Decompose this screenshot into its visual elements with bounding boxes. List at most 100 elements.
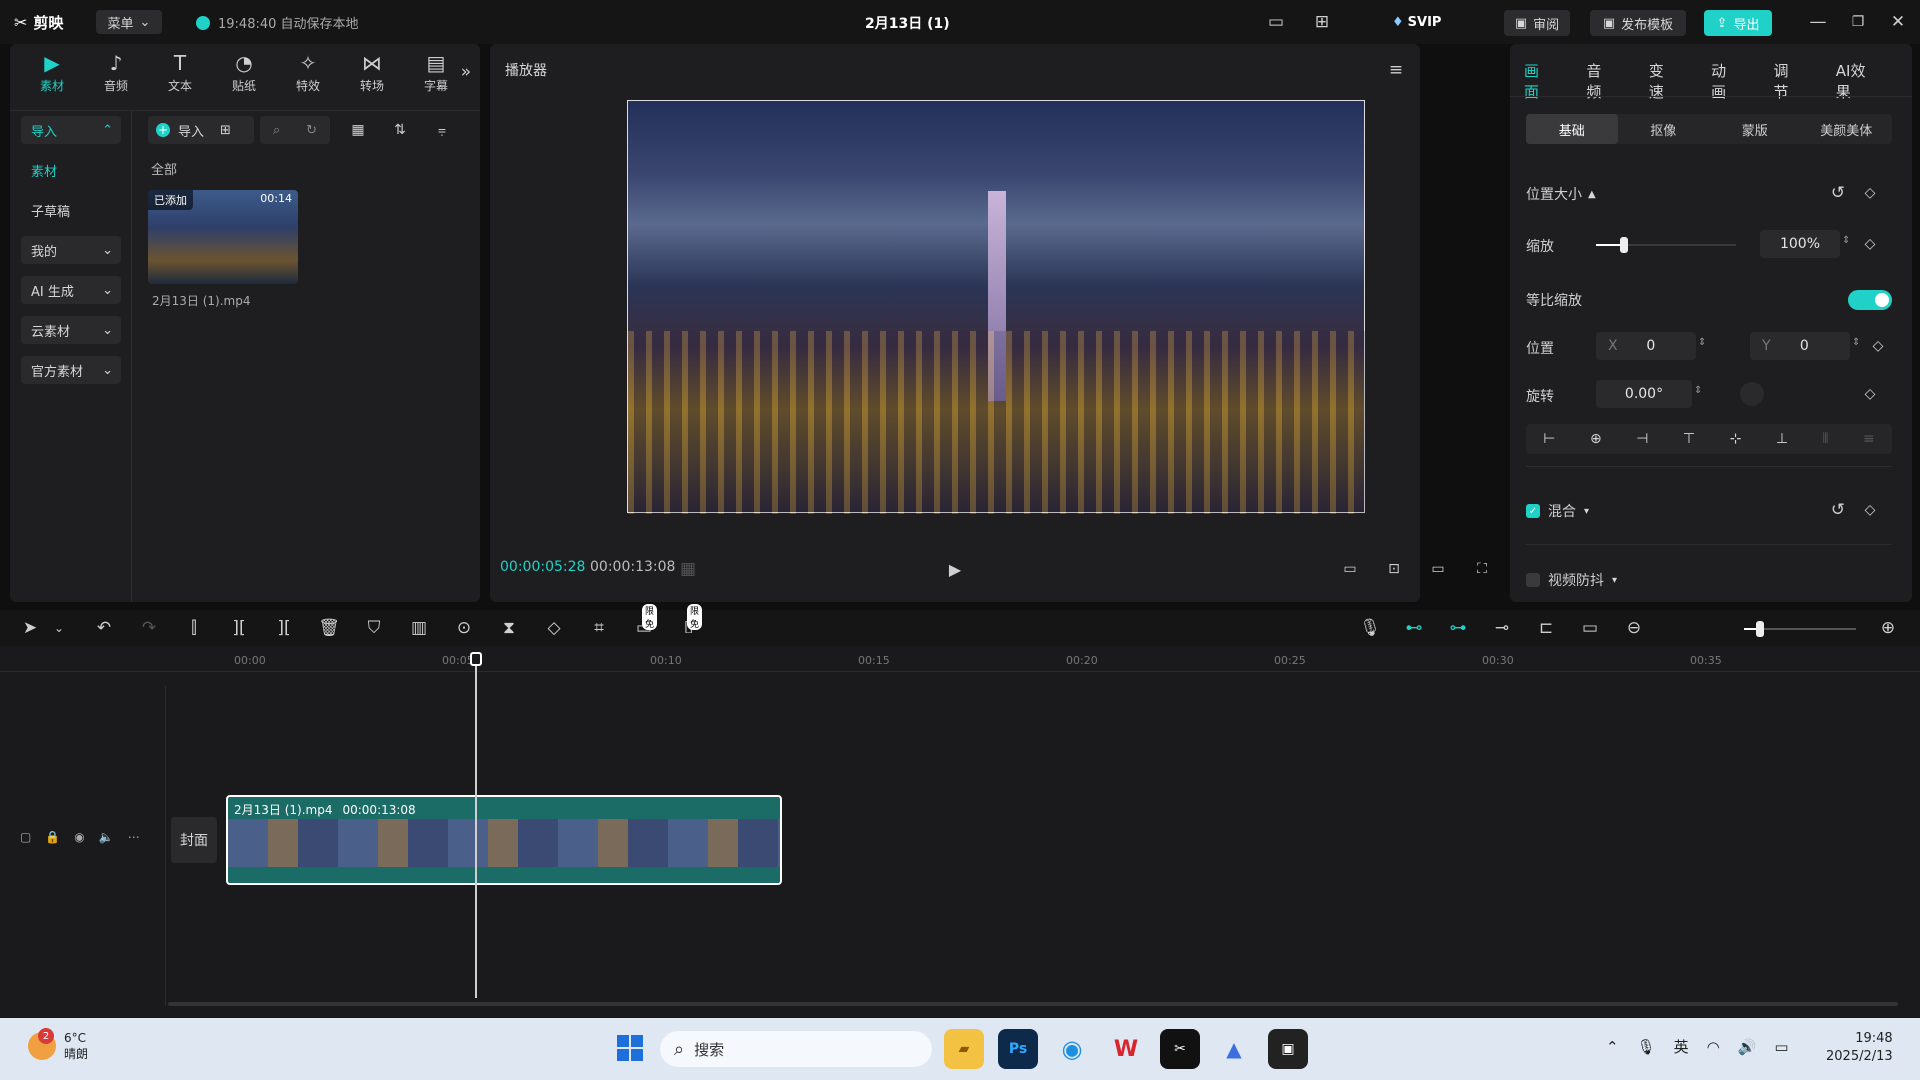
wifi-icon[interactable]: ◠ — [1707, 1038, 1720, 1056]
align-left-icon[interactable]: ⊢ — [1543, 431, 1555, 447]
eye-icon[interactable]: ◉ — [74, 830, 84, 844]
align-top-icon[interactable]: ⊤ — [1683, 431, 1695, 447]
review-button[interactable]: ▣ 审阅 — [1504, 10, 1570, 36]
stepper-icon[interactable]: ⇕ — [1698, 337, 1706, 348]
subtab-beauty[interactable]: 美颜美体 — [1801, 114, 1893, 144]
tab-effects[interactable]: ✧ 特效 — [278, 52, 338, 94]
subtab-basic[interactable]: 基础 — [1526, 114, 1618, 144]
svip-badge[interactable]: ♦ SVIP — [1392, 10, 1441, 34]
freeze-icon[interactable]: ▥ — [407, 616, 431, 640]
x-field[interactable]: X0 — [1596, 332, 1696, 360]
close-icon[interactable]: ✕ — [1886, 10, 1910, 34]
taskbar-search[interactable]: ⌕ 搜索 — [660, 1031, 932, 1067]
cover-button[interactable]: 封面 — [171, 817, 217, 863]
playhead-handle[interactable] — [470, 652, 482, 666]
video-clip[interactable]: 2月13日 (1).mp4 00:00:13:08 — [226, 795, 782, 885]
timeline-scrollbar[interactable] — [168, 1002, 1898, 1006]
window-layout-icon[interactable]: ⊞ — [1310, 10, 1334, 34]
tab-transition[interactable]: ⋈ 转场 — [342, 52, 402, 94]
zoom-out-icon[interactable]: ⊖ — [1622, 616, 1646, 640]
view-toggle-icon[interactable]: ▦ — [346, 118, 370, 142]
app-triangle-icon[interactable]: ▲ — [1214, 1029, 1254, 1069]
delete-icon[interactable]: 🗑 — [317, 616, 341, 640]
split-icon[interactable]: ⫿ — [182, 616, 206, 640]
tab-sticker[interactable]: ◔ 贴纸 — [214, 52, 274, 94]
zoom-slider[interactable] — [1744, 621, 1856, 637]
marker-icon[interactable]: ⛉ — [362, 616, 386, 640]
y-field[interactable]: Y0 — [1750, 332, 1850, 360]
export-button[interactable]: ⇪ 导出 — [1704, 10, 1772, 36]
subtab-cutout[interactable]: 抠像 — [1618, 114, 1710, 144]
keyframe-icon[interactable]: ◇ — [1858, 382, 1882, 406]
photoshop-icon[interactable]: Ps — [998, 1029, 1038, 1069]
publish-template-button[interactable]: ▣ 发布模板 — [1590, 10, 1686, 36]
smart-crop-icon[interactable]: ⌷ 限免 — [677, 604, 703, 640]
menu-button[interactable]: 菜单 ⌄ — [96, 10, 162, 34]
sidebar-item-cloud[interactable]: 云素材 ⌄ — [21, 316, 121, 344]
tray-expand-icon[interactable]: ⌃ — [1606, 1038, 1619, 1056]
fit-icon[interactable]: ▭ — [1578, 616, 1602, 640]
checkbox-unchecked-icon[interactable] — [1526, 573, 1540, 587]
quality-icon[interactable]: ▭ — [1338, 557, 1362, 581]
tab-media[interactable]: ▶ 素材 — [22, 52, 82, 94]
layout-icon[interactable]: ▭ — [1264, 10, 1288, 34]
fullscreen-icon[interactable]: ⛶ — [1470, 557, 1494, 581]
clock[interactable]: 19:48 2025/2/13 — [1826, 1030, 1893, 1066]
more-tabs-icon[interactable]: » — [454, 60, 478, 84]
sidebar-item-subdraft[interactable]: 子草稿 — [21, 196, 121, 224]
lock-icon[interactable]: 🔒 — [45, 830, 60, 844]
frames-icon[interactable]: ▦ — [676, 557, 700, 581]
subtab-mask[interactable]: 蒙版 — [1709, 114, 1801, 144]
volume-icon[interactable]: 🔊 — [1738, 1038, 1757, 1056]
scale-slider-thumb[interactable] — [1620, 237, 1628, 253]
align-hcenter-icon[interactable]: ⊕ — [1590, 431, 1602, 447]
filter-icon[interactable]: ⩦ — [430, 118, 454, 142]
edge-icon[interactable]: ◉ — [1052, 1029, 1092, 1069]
wps-icon[interactable]: W — [1106, 1029, 1146, 1069]
rotate-dial[interactable] — [1740, 382, 1764, 406]
weather-widget[interactable]: 2 6°C 晴朗 — [28, 1028, 88, 1062]
undo-icon[interactable]: ↶ — [92, 616, 116, 640]
zoom-in-icon[interactable]: ⊕ — [1876, 616, 1900, 640]
redo-icon[interactable]: ↷ — [137, 616, 161, 640]
trim-left-icon[interactable]: ][ — [227, 616, 251, 640]
scale-slider[interactable] — [1596, 237, 1736, 253]
position-size-header[interactable]: 位置大小 ▲ — [1526, 184, 1596, 204]
import-button[interactable]: + 导入 ⊞ — [148, 116, 254, 144]
distribute-h-icon[interactable]: ⫴ — [1823, 431, 1829, 447]
keyframe-icon[interactable]: ◇ — [1866, 334, 1890, 358]
rotate-icon[interactable]: ◇ — [542, 616, 566, 640]
chevron-down-icon[interactable]: ⌄ — [47, 616, 71, 640]
checkbox-checked-icon[interactable]: ✓ — [1526, 504, 1540, 518]
select-cursor-icon[interactable]: ➤ — [18, 616, 42, 640]
sidebar-item-import[interactable]: 导入 ⌃ — [21, 116, 121, 144]
stepper-icon[interactable]: ⇕ — [1842, 235, 1850, 246]
reset-icon[interactable]: ↺ — [1826, 498, 1850, 522]
magnet-icon[interactable]: ⊷ — [1402, 616, 1426, 640]
maximize-icon[interactable]: ❐ — [1846, 10, 1870, 34]
stabilize-header[interactable]: 视频防抖 ▾ — [1526, 570, 1617, 590]
microphone-icon[interactable]: 🎙 — [1358, 616, 1382, 640]
align-right-icon[interactable]: ⊣ — [1636, 431, 1648, 447]
microphone-icon[interactable]: 🎙 — [1637, 1038, 1656, 1056]
align-vcenter-icon[interactable]: ⊹ — [1730, 431, 1742, 447]
scale-field[interactable]: 100% — [1760, 230, 1840, 258]
stepper-icon[interactable]: ⇕ — [1852, 337, 1860, 348]
media-clip-thumbnail[interactable]: 已添加 00:14 — [148, 190, 298, 284]
playhead[interactable] — [470, 652, 482, 998]
start-button[interactable] — [612, 1030, 648, 1066]
distribute-v-icon[interactable]: ≡ — [1863, 431, 1875, 447]
tab-audio[interactable]: ♪ 音频 — [86, 52, 146, 94]
tab-text[interactable]: T 文本 — [150, 52, 210, 94]
speaker-icon[interactable]: 🔈 — [99, 830, 114, 844]
sort-icon[interactable]: ⇅ — [388, 118, 412, 142]
ratio-icon[interactable]: ▭ — [1426, 557, 1450, 581]
video-preview[interactable] — [627, 100, 1366, 514]
ime-indicator[interactable]: 英 — [1674, 1036, 1689, 1057]
mirror-icon[interactable]: ⧗ — [497, 616, 521, 640]
link-icon[interactable]: ⊶ — [1446, 616, 1470, 640]
reverse-icon[interactable]: ⊙ — [452, 616, 476, 640]
stepper-icon[interactable]: ⇕ — [1694, 385, 1702, 396]
hamburger-icon[interactable]: ≡ — [1384, 58, 1408, 82]
reset-icon[interactable]: ↺ — [1826, 181, 1850, 205]
